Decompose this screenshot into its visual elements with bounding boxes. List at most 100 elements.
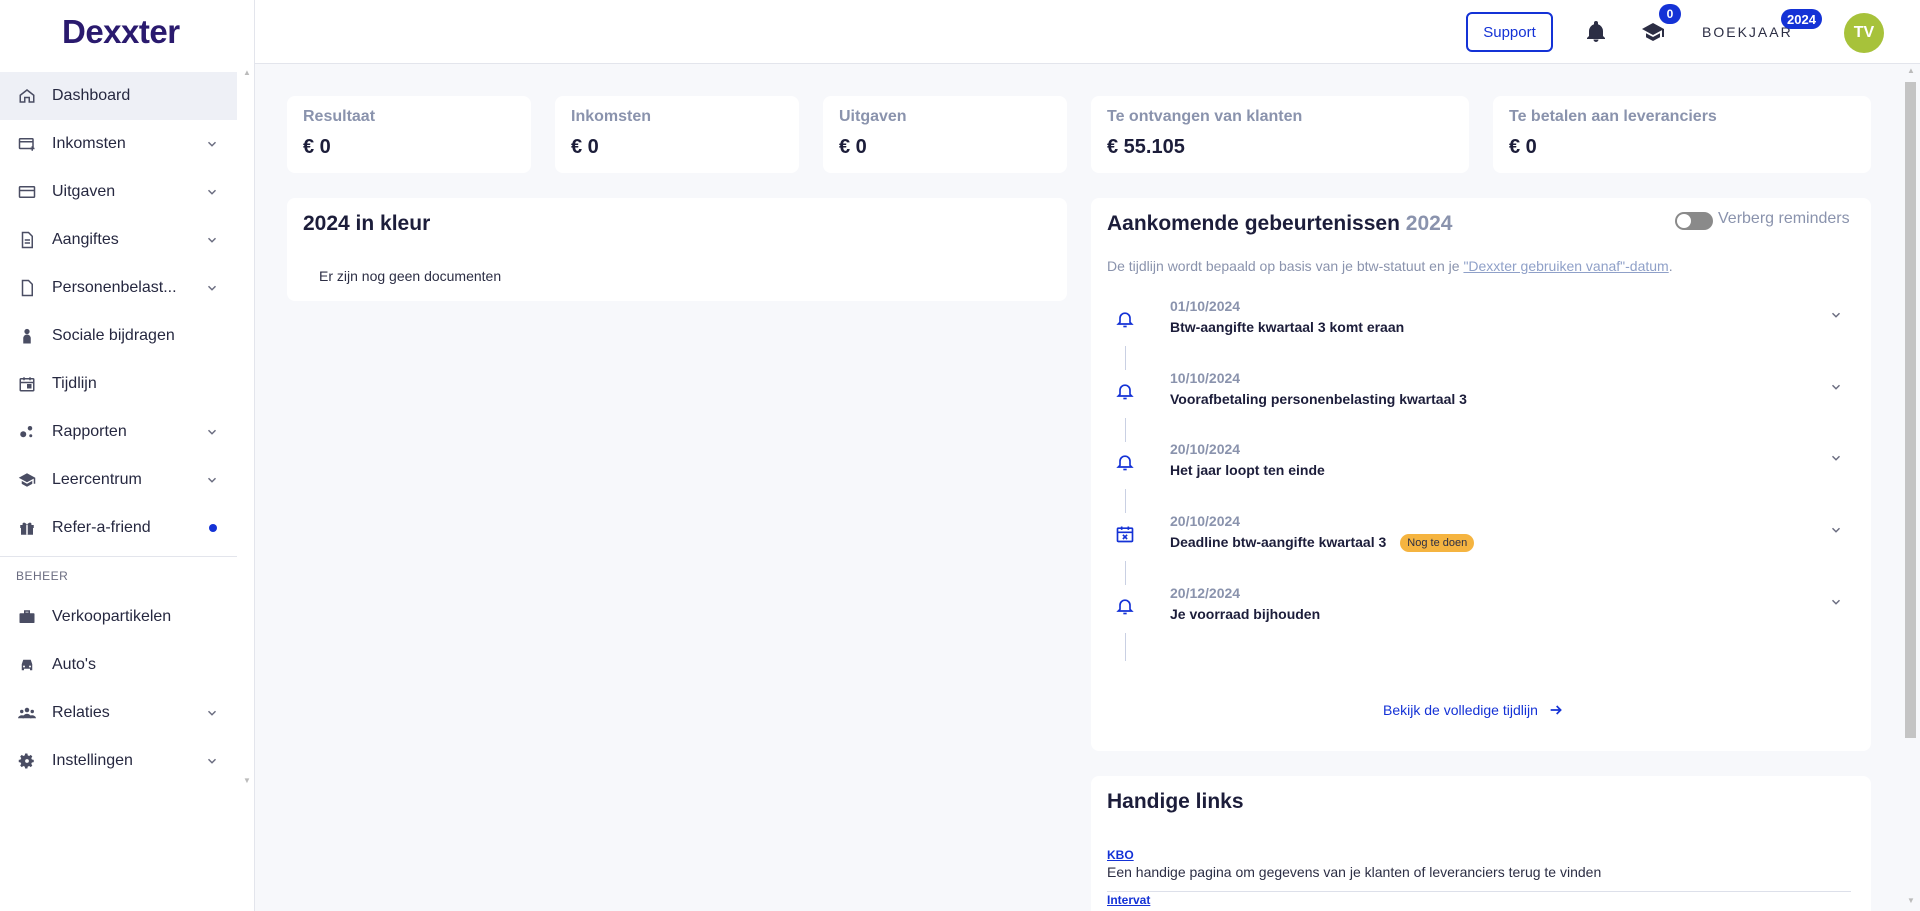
bell-icon — [1116, 599, 1134, 615]
sidebar-item-instellingen[interactable]: Instellingen — [0, 737, 237, 785]
stat-value: € 0 — [839, 136, 867, 158]
hide-reminders-toggle[interactable] — [1675, 212, 1713, 230]
briefcase-icon — [18, 608, 36, 626]
sidebar-item-label: Instellingen — [52, 752, 133, 769]
timeline-title: Het jaar loopt ten einde — [1170, 462, 1325, 478]
card-icon — [18, 183, 36, 201]
timeline-title: Je voorraad bijhouden — [1170, 606, 1321, 622]
chevron-down-icon — [207, 758, 217, 764]
timeline-date: 20/10/2024 — [1170, 513, 1241, 529]
chevron-down-icon[interactable] — [1829, 451, 1843, 465]
events-title: Aankomende gebeurtenissen 2024 — [1107, 212, 1453, 235]
sidebar-scrollbar[interactable]: ▲ ▼ — [243, 68, 251, 788]
gift-icon — [18, 519, 36, 537]
graduation-cap-icon — [18, 471, 36, 489]
stat-label: Te ontvangen van klanten — [1107, 108, 1303, 125]
dexxter-start-date-link[interactable]: "Dexxter gebruiken vanaf"-datum — [1463, 258, 1668, 274]
stat-value: € 55.105 — [1107, 136, 1185, 158]
stat-card-resultaat[interactable]: Resultaat € 0 — [287, 96, 531, 173]
link-intervat[interactable]: Intervat — [1107, 893, 1150, 907]
sidebar-item-refer-a-friend[interactable]: Refer-a-friend — [0, 504, 237, 552]
sidebar-item-personenbelasting[interactable]: Personenbelast... — [0, 264, 237, 312]
sidebar-item-aangiftes[interactable]: Aangiftes — [0, 216, 237, 264]
bell-icon — [1116, 455, 1134, 471]
main-scrollbar-thumb[interactable] — [1905, 82, 1916, 738]
timeline-item[interactable]: 20/10/2024 Deadline btw-aangifte kwartaa… — [1091, 511, 1851, 567]
timeline-date: 20/10/2024 — [1170, 441, 1241, 457]
chevron-down-icon — [207, 141, 217, 147]
scroll-down-arrow-icon[interactable]: ▼ — [1907, 896, 1915, 905]
document-icon — [18, 231, 36, 249]
arrow-right-icon — [1550, 705, 1562, 715]
sidebar-nav: Dashboard Inkomsten Uitgaven Aangiftes P… — [0, 72, 237, 785]
timeline-date: 10/10/2024 — [1170, 370, 1241, 386]
chevron-down-icon — [207, 429, 217, 435]
chevron-down-icon — [207, 237, 217, 243]
kleur-empty-text: Er zijn nog geen documenten — [319, 268, 502, 284]
support-button[interactable]: Support — [1466, 12, 1553, 52]
bell-icon[interactable] — [1584, 20, 1608, 44]
timeline-item[interactable]: 20/12/2024 Je voorraad bijhouden — [1091, 583, 1851, 639]
kleur-card: 2024 in kleur Er zijn nog geen documente… — [287, 198, 1067, 301]
chevron-down-icon[interactable] — [1829, 308, 1843, 322]
sidebar-item-label: Inkomsten — [52, 135, 126, 152]
chevron-down-icon — [207, 710, 217, 716]
stat-label: Inkomsten — [571, 108, 652, 125]
full-timeline-link[interactable]: Bekijk de volledige tijdlijn — [1383, 702, 1564, 718]
avatar[interactable]: TV — [1844, 13, 1884, 53]
timeline-item[interactable]: 01/10/2024 Btw-aangifte kwartaal 3 komt … — [1091, 296, 1851, 352]
top-header: Support 0 BOEKJAAR 2024 TV — [255, 0, 1920, 64]
stat-card-te-betalen[interactable]: Te betalen aan leveranciers € 0 — [1493, 96, 1871, 173]
sidebar-item-label: Uitgaven — [52, 183, 116, 200]
chevron-down-icon[interactable] — [1829, 595, 1843, 609]
calendar-x-icon — [1116, 526, 1134, 543]
boekjaar-year-badge: 2024 — [1781, 9, 1822, 29]
chevron-down-icon — [207, 285, 217, 291]
timeline-title: Voorafbetaling personenbelasting kwartaa… — [1170, 391, 1467, 407]
sidebar-item-rapporten[interactable]: Rapporten — [0, 408, 237, 456]
link-kbo[interactable]: KBO — [1107, 848, 1134, 862]
sidebar: Dexxter Dashboard Inkomsten Uitgaven Aan… — [0, 0, 255, 911]
stat-value: € 0 — [303, 136, 331, 158]
sidebar-item-label: Dashboard — [52, 87, 131, 104]
timeline-item[interactable]: 10/10/2024 Voorafbetaling personenbelast… — [1091, 368, 1851, 424]
sidebar-item-inkomsten[interactable]: Inkomsten — [0, 120, 237, 168]
graduation-cap-icon[interactable] — [1640, 20, 1666, 44]
calendar-icon — [18, 375, 36, 393]
home-icon — [18, 87, 36, 105]
sidebar-item-label: Aangiftes — [52, 231, 119, 248]
bell-icon — [1116, 384, 1134, 400]
stat-value: € 0 — [571, 136, 599, 158]
sidebar-item-sociale-bijdragen[interactable]: Sociale bijdragen — [0, 312, 237, 360]
stat-card-uitgaven[interactable]: Uitgaven € 0 — [823, 96, 1067, 173]
invoice-icon — [18, 135, 36, 153]
stat-card-inkomsten[interactable]: Inkomsten € 0 — [555, 96, 799, 173]
sidebar-item-label: Leercentrum — [52, 471, 142, 488]
sidebar-item-uitgaven[interactable]: Uitgaven — [0, 168, 237, 216]
events-card: Aankomende gebeurtenissen 2024 Verberg r… — [1091, 198, 1871, 751]
sidebar-item-dashboard[interactable]: Dashboard — [0, 72, 237, 120]
sidebar-item-label: Verkoopartikelen — [52, 608, 172, 625]
timeline-item[interactable]: 20/10/2024 Het jaar loopt ten einde — [1091, 439, 1851, 495]
chevron-down-icon[interactable] — [1829, 523, 1843, 537]
timeline-title: Deadline btw-aangifte kwartaal 3 Nog te d… — [1170, 534, 1475, 553]
timeline-title: Btw-aangifte kwartaal 3 komt eraan — [1170, 319, 1405, 335]
gear-icon — [18, 752, 36, 770]
sidebar-item-verkoopartikelen[interactable]: Verkoopartikelen — [0, 593, 237, 641]
sidebar-item-label: Relaties — [52, 704, 110, 721]
scroll-down-arrow-icon[interactable]: ▼ — [243, 776, 251, 785]
dexxter-logo[interactable]: Dexxter — [0, 0, 254, 64]
scroll-up-arrow-icon[interactable]: ▲ — [243, 68, 251, 77]
sidebar-item-leercentrum[interactable]: Leercentrum — [0, 456, 237, 504]
sidebar-item-label: Auto's — [52, 656, 96, 673]
stat-card-te-ontvangen[interactable]: Te ontvangen van klanten € 55.105 — [1091, 96, 1469, 173]
scroll-up-arrow-icon[interactable]: ▲ — [1907, 66, 1915, 75]
chevron-down-icon[interactable] — [1829, 380, 1843, 394]
sidebar-item-tijdlijn[interactable]: Tijdlijn — [0, 360, 237, 408]
boekjaar-selector[interactable]: BOEKJAAR — [1702, 24, 1793, 40]
timeline-description: De tijdlijn wordt bepaald op basis van j… — [1107, 258, 1673, 274]
sidebar-item-relaties[interactable]: Relaties — [0, 689, 237, 737]
sidebar-item-autos[interactable]: Auto's — [0, 641, 237, 689]
person-icon — [18, 327, 36, 345]
chevron-down-icon — [207, 477, 217, 483]
